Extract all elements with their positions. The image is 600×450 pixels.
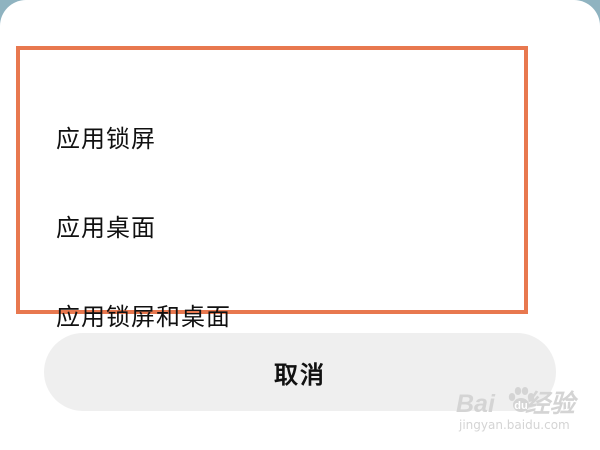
watermark-subtitle: jingyan.baidu.com [459,418,570,432]
bottom-sheet: 应用锁屏 应用桌面 应用锁屏和桌面 取消 Bai 经验 du jingyan.ba… [0,0,600,450]
cancel-button[interactable]: 取消 [44,333,556,411]
apply-homescreen-option[interactable]: 应用桌面 [56,208,156,243]
apply-lockscreen-option[interactable]: 应用锁屏 [56,119,156,154]
apply-both-option[interactable]: 应用锁屏和桌面 [56,297,231,332]
highlight-box: 应用锁屏 应用桌面 应用锁屏和桌面 [16,46,528,331]
